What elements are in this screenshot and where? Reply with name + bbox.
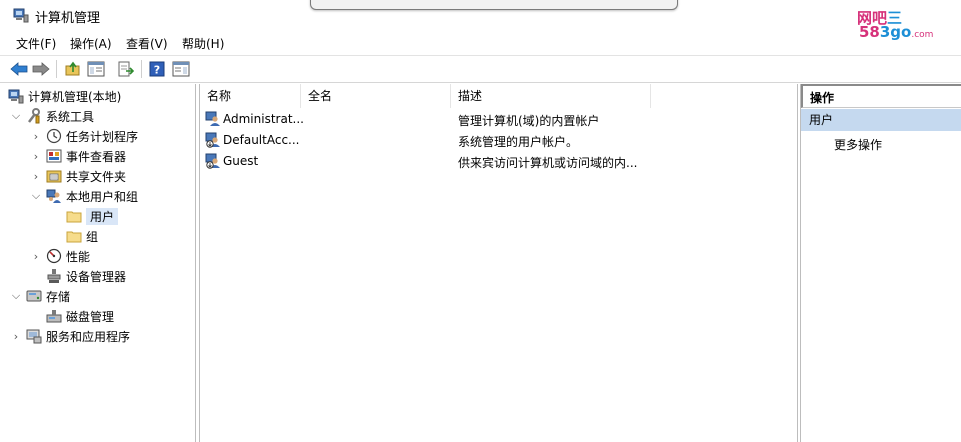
table-row[interactable]: Administrat... 管理计算机(域)的内置帐户 bbox=[200, 109, 797, 129]
remote-session-bar[interactable] bbox=[310, 0, 678, 10]
chevron-down-icon[interactable]: ⌵ bbox=[10, 289, 22, 303]
chevron-down-icon[interactable]: ⌵ bbox=[10, 109, 22, 123]
back-arrow-icon[interactable] bbox=[9, 59, 29, 79]
system-tools-icon bbox=[26, 108, 42, 124]
actions-title: 操作 bbox=[801, 84, 961, 108]
table-row[interactable]: DefaultAcc... 系统管理的用户帐户。 bbox=[200, 130, 797, 150]
menu-help[interactable]: 帮助(H) bbox=[182, 35, 224, 52]
tree-item-task-scheduler[interactable]: › 任务计划程序 bbox=[30, 126, 138, 146]
actions-pane: 操作 用户 更多操作 bbox=[800, 84, 961, 442]
tree-item-services-applications[interactable]: › 服务和应用程序 bbox=[10, 326, 130, 346]
title-bar: 计算机管理 网吧三 583go.com bbox=[0, 0, 961, 41]
actions-section-header[interactable]: 用户 bbox=[801, 109, 961, 131]
tree-item-computer-management[interactable]: 计算机管理(本地) bbox=[8, 86, 121, 106]
row-description: 系统管理的用户帐户。 bbox=[458, 135, 579, 149]
console-tree[interactable]: 计算机管理(本地) ⌵ 系统工具 › 任务计划程序 › 事件查看器 › 共享文件… bbox=[0, 84, 196, 442]
computer-management-icon[interactable] bbox=[13, 7, 29, 23]
user-list-view[interactable]: 名称 全名 描述 Administrat... 管理计算机(域)的内置帐户 De… bbox=[199, 84, 798, 442]
tree-item-label: 任务计划程序 bbox=[66, 129, 139, 144]
shared-folder-icon bbox=[46, 168, 62, 184]
chevron-right-icon[interactable]: › bbox=[30, 250, 42, 263]
folder-icon bbox=[66, 228, 82, 244]
menu-action[interactable]: 操作(A) bbox=[70, 35, 112, 52]
storage-icon bbox=[26, 288, 42, 304]
chevron-right-icon[interactable]: › bbox=[30, 150, 42, 163]
tree-item-label: 计算机管理(本地) bbox=[28, 89, 122, 104]
svg-text:?: ? bbox=[154, 64, 160, 77]
tree-item-label: 组 bbox=[86, 229, 99, 244]
tree-item-performance[interactable]: › 性能 bbox=[30, 246, 90, 266]
tree-item-label: 设备管理器 bbox=[66, 269, 127, 284]
chevron-right-icon[interactable]: › bbox=[10, 330, 22, 343]
tree-item-disk-management[interactable]: 磁盘管理 bbox=[46, 306, 114, 326]
window-title: 计算机管理 bbox=[35, 11, 101, 26]
row-name: Administrat... bbox=[223, 112, 304, 126]
show-hide-action-pane-icon[interactable] bbox=[171, 59, 191, 79]
tree-item-label: 用户 bbox=[86, 207, 119, 225]
tree-item-label: 性能 bbox=[66, 249, 91, 264]
toolbar: ? bbox=[0, 55, 961, 83]
column-header-description[interactable]: 描述 bbox=[451, 84, 651, 108]
user-account-icon bbox=[205, 111, 221, 127]
tree-item-label: 本地用户和组 bbox=[66, 189, 139, 204]
row-name: DefaultAcc... bbox=[223, 133, 300, 147]
services-apps-icon bbox=[26, 328, 42, 344]
tree-item-system-tools[interactable]: ⌵ 系统工具 bbox=[10, 106, 94, 126]
tree-item-storage[interactable]: ⌵ 存储 bbox=[10, 286, 70, 306]
tree-item-label: 共享文件夹 bbox=[66, 169, 127, 184]
export-list-icon[interactable] bbox=[116, 59, 136, 79]
toolbar-separator bbox=[56, 60, 57, 78]
more-actions-link[interactable]: 更多操作 bbox=[834, 136, 882, 153]
tree-item-label: 事件查看器 bbox=[66, 149, 127, 164]
clock-icon bbox=[46, 128, 62, 144]
tree-item-label: 服务和应用程序 bbox=[46, 329, 131, 344]
row-description: 管理计算机(域)的内置帐户 bbox=[458, 114, 600, 128]
disabled-user-account-icon bbox=[205, 132, 221, 148]
tree-item-label: 存储 bbox=[46, 289, 71, 304]
menu-file[interactable]: 文件(F) bbox=[16, 35, 56, 52]
disabled-user-account-icon bbox=[205, 153, 221, 169]
menu-view[interactable]: 查看(V) bbox=[126, 35, 168, 52]
column-header-fullname[interactable]: 全名 bbox=[301, 84, 451, 108]
tree-item-groups[interactable]: 组 bbox=[66, 226, 98, 246]
table-row[interactable]: Guest 供来宾访问计算机或访问域的内... bbox=[200, 151, 797, 171]
folder-icon bbox=[66, 208, 82, 224]
chevron-right-icon[interactable]: › bbox=[30, 130, 42, 143]
device-manager-icon bbox=[46, 268, 62, 284]
menu-bar: 文件(F) 操作(A) 查看(V) 帮助(H) bbox=[0, 32, 961, 54]
computer-management-icon bbox=[8, 88, 24, 104]
forward-arrow-icon[interactable] bbox=[31, 59, 51, 79]
tree-item-label: 系统工具 bbox=[46, 109, 95, 124]
event-viewer-icon bbox=[46, 148, 62, 164]
show-hide-console-tree-icon[interactable] bbox=[86, 59, 106, 79]
tree-item-device-manager[interactable]: 设备管理器 bbox=[46, 266, 126, 286]
help-icon[interactable]: ? bbox=[147, 59, 167, 79]
tree-item-event-viewer[interactable]: › 事件查看器 bbox=[30, 146, 126, 166]
toolbar-separator bbox=[141, 60, 142, 78]
performance-icon bbox=[46, 248, 62, 264]
column-header-name[interactable]: 名称 bbox=[200, 84, 301, 108]
up-folder-icon[interactable] bbox=[63, 59, 83, 79]
chevron-down-icon[interactable]: ⌵ bbox=[30, 189, 42, 203]
tree-item-shared-folders[interactable]: › 共享文件夹 bbox=[30, 166, 126, 186]
users-group-icon bbox=[46, 188, 62, 204]
tree-item-users[interactable]: 用户 bbox=[66, 206, 119, 226]
row-name: Guest bbox=[223, 154, 259, 168]
tree-item-label: 磁盘管理 bbox=[66, 309, 115, 324]
tree-item-local-users-groups[interactable]: ⌵ 本地用户和组 bbox=[30, 186, 138, 206]
chevron-right-icon[interactable]: › bbox=[30, 170, 42, 183]
disk-management-icon bbox=[46, 308, 62, 324]
row-description: 供来宾访问计算机或访问域的内... bbox=[458, 156, 638, 170]
list-header: 名称 全名 描述 bbox=[200, 84, 651, 108]
